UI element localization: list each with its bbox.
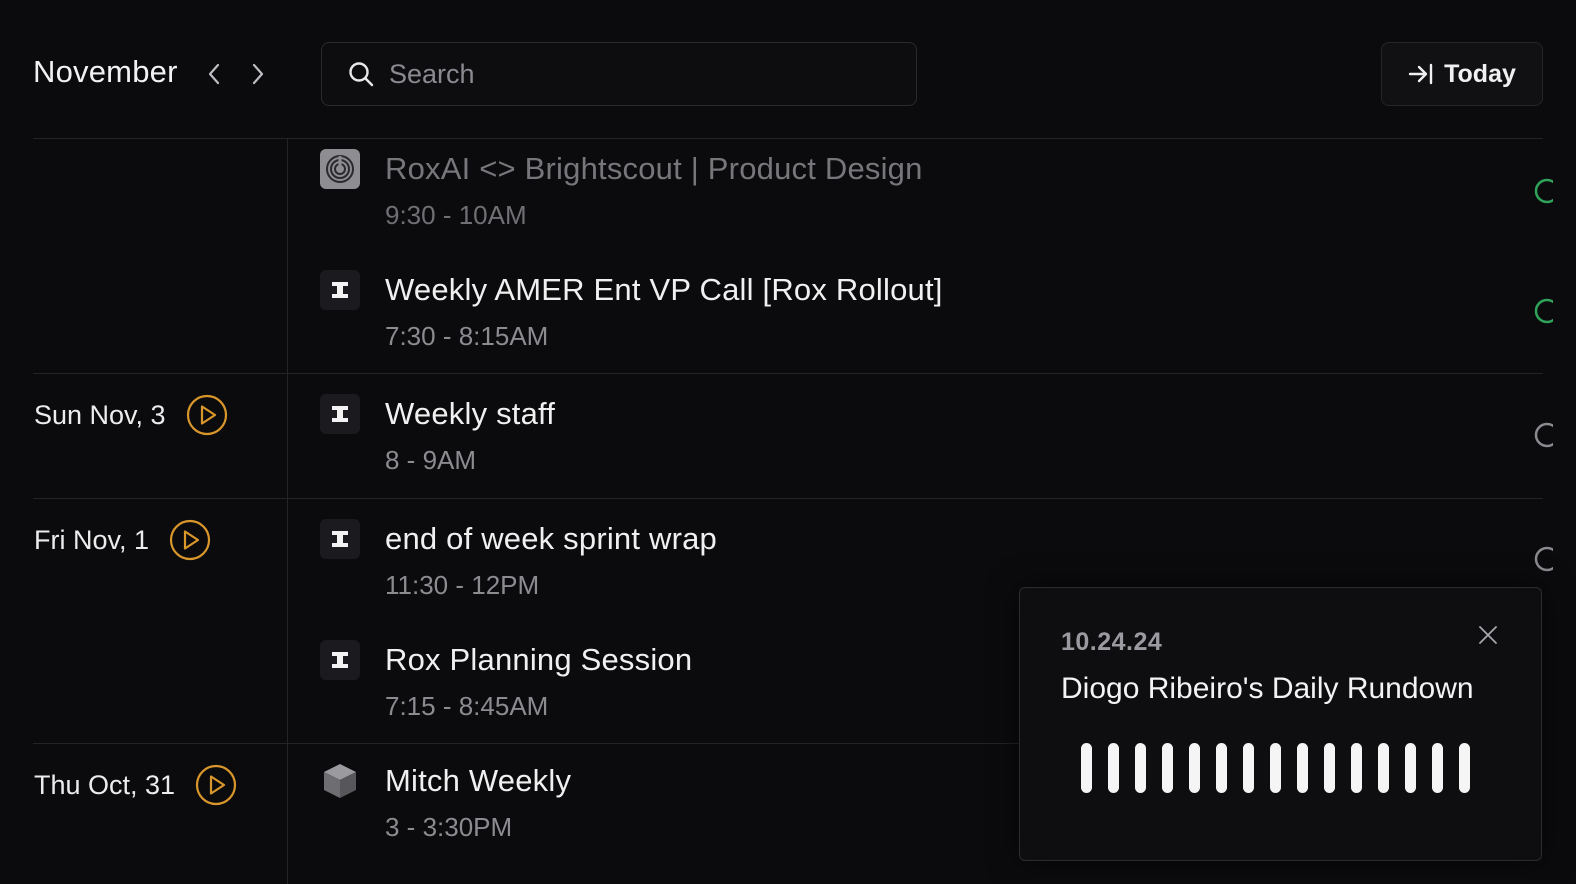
previous-month-button[interactable] xyxy=(202,60,226,88)
daily-rundown-popup: 10.24.24 Diogo Ribeiro's Daily Rundown xyxy=(1019,587,1542,861)
waveform-bar xyxy=(1189,743,1200,793)
play-circle-icon xyxy=(186,394,227,436)
rox-logo-icon xyxy=(320,270,360,310)
next-month-button[interactable] xyxy=(246,60,270,88)
status-indicator[interactable] xyxy=(1533,177,1553,205)
play-day-summary-button[interactable] xyxy=(169,519,211,561)
today-button[interactable]: Today xyxy=(1381,42,1543,106)
waveform-bar xyxy=(1162,743,1173,793)
waveform-bar xyxy=(1243,743,1254,793)
waveform-bar xyxy=(1270,743,1281,793)
event-title: Rox Planning Session xyxy=(385,642,693,677)
chevron-right-icon xyxy=(252,63,264,85)
search-icon xyxy=(346,59,376,89)
event-time: 11:30 - 12PM xyxy=(385,570,540,600)
status-indicator[interactable] xyxy=(1533,545,1553,573)
play-day-summary-button[interactable] xyxy=(195,764,237,806)
status-indicator[interactable] xyxy=(1533,297,1553,325)
event-item[interactable]: Weekly staff 8 - 9AM xyxy=(320,388,980,488)
day-divider xyxy=(33,743,1019,744)
day-label-fri-nov-1: Fri Nov, 1 xyxy=(34,519,211,561)
waveform-bar xyxy=(1405,743,1416,793)
header: November Search Today xyxy=(0,0,1576,138)
event-item[interactable]: Weekly AMER Ent VP Call [Rox Rollout] 7:… xyxy=(320,264,980,364)
day-text: Sun Nov, 3 xyxy=(34,399,166,430)
waveform-bar xyxy=(1432,743,1443,793)
event-time: 8 - 9AM xyxy=(385,445,477,475)
day-text: Thu Oct, 31 xyxy=(34,769,176,800)
event-item[interactable]: end of week sprint wrap 11:30 - 12PM xyxy=(320,513,980,613)
day-text: Fri Nov, 1 xyxy=(34,524,150,555)
audio-waveform[interactable] xyxy=(1081,743,1470,793)
play-circle-icon xyxy=(195,764,237,806)
event-time: 3 - 3:30PM xyxy=(385,812,513,842)
rundown-date: 10.24.24 xyxy=(1061,628,1163,656)
event-time: 7:30 - 8:15AM xyxy=(385,321,549,351)
rox-logo-icon xyxy=(320,519,360,559)
jump-to-today-icon xyxy=(1408,63,1433,85)
event-title: Mitch Weekly xyxy=(385,763,572,798)
play-circle-icon xyxy=(169,519,211,561)
close-icon xyxy=(1479,626,1497,644)
event-time: 7:15 - 8:45AM xyxy=(385,691,549,721)
event-item[interactable]: Mitch Weekly 3 - 3:30PM xyxy=(320,755,980,855)
chevron-left-icon xyxy=(208,63,220,85)
header-divider xyxy=(33,138,1543,139)
event-title: RoxAI <> Brightscout | Product Design xyxy=(385,151,923,186)
waveform-bar xyxy=(1216,743,1227,793)
waveform-bar xyxy=(1297,743,1308,793)
play-day-summary-button[interactable] xyxy=(186,394,228,436)
month-title: November xyxy=(33,54,178,89)
rundown-title: Diogo Ribeiro's Daily Rundown xyxy=(1061,672,1474,705)
day-label-sun-nov-3: Sun Nov, 3 xyxy=(34,394,228,436)
status-indicator[interactable] xyxy=(1533,421,1553,449)
event-item[interactable]: RoxAI <> Brightscout | Product Design 9:… xyxy=(320,143,980,243)
search-input[interactable] xyxy=(389,43,916,105)
event-title: end of week sprint wrap xyxy=(385,521,717,556)
column-divider xyxy=(287,139,288,884)
waveform-bar xyxy=(1135,743,1146,793)
today-label: Today xyxy=(1444,59,1516,88)
calendar-app: November Search Today Sun Nov, 3 Fri Nov… xyxy=(0,0,1576,884)
rox-logo-icon xyxy=(320,640,360,680)
event-title: Weekly staff xyxy=(385,396,556,431)
waveform-bar xyxy=(1324,743,1335,793)
waveform-bar xyxy=(1108,743,1119,793)
event-time: 9:30 - 10AM xyxy=(385,200,527,230)
rox-logo-icon xyxy=(320,394,360,434)
event-item[interactable]: Rox Planning Session 7:15 - 8:45AM xyxy=(320,634,980,734)
search-box[interactable] xyxy=(321,42,917,106)
waveform-bar xyxy=(1081,743,1092,793)
waveform-bar xyxy=(1378,743,1389,793)
waveform-bar xyxy=(1459,743,1470,793)
day-divider xyxy=(33,498,1543,499)
waveform-bar xyxy=(1351,743,1362,793)
close-popup-button[interactable] xyxy=(1475,622,1501,648)
event-title: Weekly AMER Ent VP Call [Rox Rollout] xyxy=(385,272,943,307)
day-divider xyxy=(33,373,1543,374)
day-label-thu-oct-31: Thu Oct, 31 xyxy=(34,764,237,806)
brightscout-logo-icon xyxy=(320,149,360,189)
cube-icon xyxy=(320,761,360,801)
